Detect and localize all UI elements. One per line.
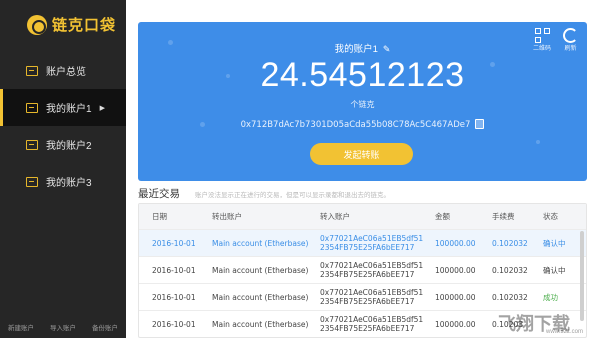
cell-to: 0x77021AeC06a51EB5df51 2354FB75E25FA6bEE7… xyxy=(309,288,424,306)
cell-to-line: 0x77021AeC06a51EB5df51 xyxy=(320,315,424,324)
edit-icon[interactable]: ✎ xyxy=(383,44,391,55)
cell-to: 0x77021AeC06a51EB5df51 2354FB75E25FA6bEE7… xyxy=(309,261,424,279)
cell-amount: 100000.00 xyxy=(435,265,476,275)
cell-status: 确认中 xyxy=(543,238,566,248)
wallet-icon xyxy=(26,139,38,150)
sidebar-item-account-2[interactable]: 我的账户2 xyxy=(0,126,126,163)
import-account-button[interactable]: 导入账户 xyxy=(50,322,76,332)
table-row[interactable]: 2016-10-01 Main account (Etherbase) 0x77… xyxy=(139,229,586,256)
cell-date: 2016-10-01 xyxy=(152,319,196,329)
account-address: 0x712B7dAc7b7301D05aCda55b08C78Ac5C467AD… xyxy=(240,120,471,130)
sidebar-footer: 新建账户 导入账户 备份账户 xyxy=(0,316,126,338)
logo-icon xyxy=(27,14,47,35)
new-account-button[interactable]: 新建账户 xyxy=(8,322,34,332)
account-card: 我的账户1 ✎ 24.54512123 个链克 0x712B7dAc7b7301D… xyxy=(138,22,587,181)
cell-status: 成功 xyxy=(543,292,558,302)
cell-amount: 100000.00 xyxy=(435,238,476,248)
qr-code-button[interactable]: 二维码 xyxy=(533,28,551,52)
cell-to-line: 0x77021AeC06a51EB5df51 xyxy=(320,288,424,297)
qr-code-label: 二维码 xyxy=(533,46,552,52)
balance-unit: 个链克 xyxy=(350,100,375,109)
cell-to-line: 2354FB75E25FA6bEE717 xyxy=(320,297,415,306)
watermark-url: www.52z.com xyxy=(546,329,584,335)
col-fee: 手续费 xyxy=(492,212,515,221)
col-amount: 金额 xyxy=(435,212,450,221)
cell-fee: 0.102032 xyxy=(492,238,528,248)
col-to: 转入账户 xyxy=(320,212,350,221)
cell-status: 确认中 xyxy=(543,265,566,275)
overview-icon xyxy=(26,65,38,76)
wallet-icon xyxy=(26,176,38,187)
table-scrollbar[interactable] xyxy=(580,231,584,321)
logo-text: 链克口袋 xyxy=(52,17,117,34)
logo: 链克口袋 xyxy=(27,14,116,35)
decor-dot xyxy=(536,140,540,144)
cell-fee: 0.102032 xyxy=(492,292,528,302)
cell-from: Main account (Etherbase) xyxy=(212,238,309,248)
cell-from: Main account (Etherbase) xyxy=(212,319,309,329)
refresh-icon xyxy=(563,28,578,43)
cell-date: 2016-10-01 xyxy=(152,265,196,275)
chevron-right-icon: ▶ xyxy=(99,104,105,112)
cell-to-line: 0x77021AeC06a51EB5df51 xyxy=(320,234,424,243)
sidebar-item-overview[interactable]: 账户总览 xyxy=(0,52,126,89)
recent-transactions-title: 最近交易 xyxy=(138,188,180,200)
cell-to-line: 0x77021AeC06a51EB5df51 xyxy=(320,261,424,270)
app-window: 链克口袋 账户总览 我的账户1 ▶ 我的账户2 我的账户3 新建账户 导入账户 … xyxy=(0,0,600,338)
cell-to-line: 2354FB75E25FA6bEE717 xyxy=(320,270,415,279)
address-row: 0x712B7dAc7b7301D05aCda55b08C78Ac5C467AD… xyxy=(138,119,587,130)
sidebar: 链克口袋 账户总览 我的账户1 ▶ 我的账户2 我的账户3 新建账户 导入账户 … xyxy=(0,0,126,338)
cell-amount: 100000.00 xyxy=(435,292,476,302)
account-title: 我的账户1 ✎ xyxy=(138,41,587,55)
transfer-button[interactable]: 发起转账 xyxy=(310,143,413,165)
account-balance: 24.54512123 xyxy=(260,56,465,94)
sidebar-item-label: 我的账户2 xyxy=(46,141,92,152)
cell-to: 0x77021AeC06a51EB5df51 2354FB75E25FA6bEE7… xyxy=(309,234,424,252)
sidebar-item-label: 账户总览 xyxy=(46,67,86,78)
cell-to: 0x77021AeC06a51EB5df51 2354FB75E25FA6bEE7… xyxy=(309,315,424,333)
col-status: 状态 xyxy=(543,212,558,221)
refresh-button[interactable]: 刷新 xyxy=(563,28,578,52)
cell-to-line: 2354FB75E25FA6bEE717 xyxy=(320,243,415,252)
sidebar-item-label: 我的账户1 xyxy=(46,104,92,115)
cell-from: Main account (Etherbase) xyxy=(212,265,309,275)
cell-to-line: 2354FB75E25FA6bEE717 xyxy=(320,324,415,333)
table-header: 日期 转出账户 转入账户 金额 手续费 状态 xyxy=(139,204,586,229)
table-row[interactable]: 2016-10-01 Main account (Etherbase) 0x77… xyxy=(139,283,586,310)
recent-transactions-hint: 账户没法显示正在进行的交易，但是可以显示录都和退出去的链克。 xyxy=(195,192,390,199)
sidebar-item-account-3[interactable]: 我的账户3 xyxy=(0,163,126,200)
table-row[interactable]: 2016-10-01 Main account (Etherbase) 0x77… xyxy=(139,256,586,283)
qr-code-icon xyxy=(534,28,550,43)
cell-amount: 100000.00 xyxy=(435,319,476,329)
account-name: 我的账户1 xyxy=(334,44,378,55)
col-from: 转出账户 xyxy=(212,212,242,221)
col-date: 日期 xyxy=(152,212,167,221)
cell-fee: 0.102032 xyxy=(492,265,528,275)
cell-date: 2016-10-01 xyxy=(152,292,196,302)
sidebar-item-label: 我的账户3 xyxy=(46,178,92,189)
backup-account-button[interactable]: 备份账户 xyxy=(92,322,118,332)
sidebar-item-account-1[interactable]: 我的账户1 ▶ xyxy=(0,89,126,126)
copy-icon[interactable] xyxy=(475,119,485,129)
cell-date: 2016-10-01 xyxy=(152,238,196,248)
cell-from: Main account (Etherbase) xyxy=(212,292,309,302)
refresh-label: 刷新 xyxy=(564,46,577,52)
wallet-icon xyxy=(26,102,38,113)
